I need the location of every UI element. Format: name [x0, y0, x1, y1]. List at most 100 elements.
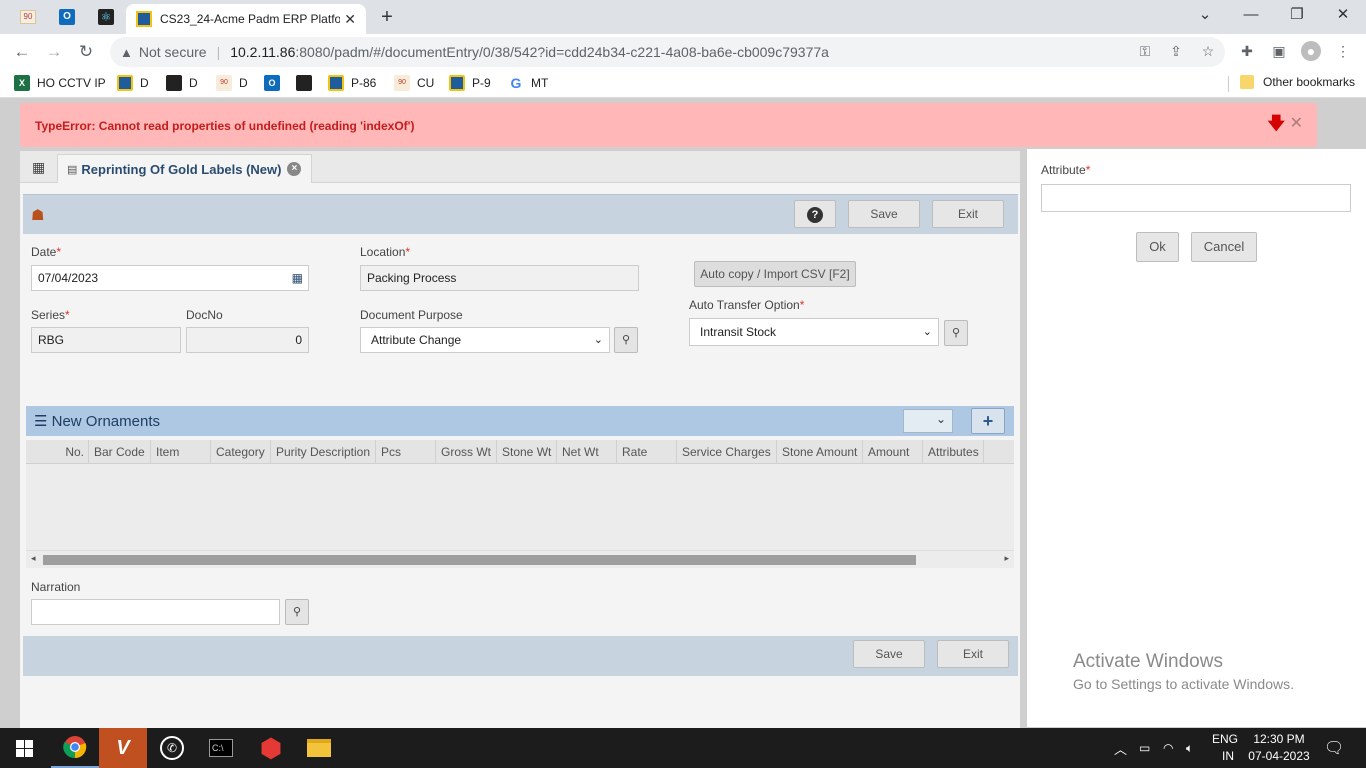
bookmark-item[interactable]: 90 CU: [394, 75, 434, 91]
scrollbar-thumb[interactable]: [43, 555, 916, 565]
profile-avatar[interactable]: ●: [1300, 40, 1322, 62]
close-window-button[interactable]: ✕: [1320, 4, 1366, 26]
attribute-input[interactable]: [1041, 184, 1351, 212]
share-icon[interactable]: ⇪: [1165, 40, 1187, 62]
other-bookmarks[interactable]: Other bookmarks: [1240, 75, 1355, 89]
menu-icon[interactable]: ⋮: [1332, 40, 1354, 62]
footer-save-button[interactable]: Save: [853, 640, 925, 668]
auto-transfer-select[interactable]: Intransit Stock ⌄: [689, 318, 939, 346]
tab-active[interactable]: CS23_24-Acme Padm ERP Platform ✕: [126, 4, 366, 34]
bookmark-item[interactable]: P-9: [449, 75, 491, 91]
column-header[interactable]: Bar Code: [88, 440, 150, 464]
cancel-button[interactable]: Cancel: [1191, 232, 1257, 262]
forward-icon[interactable]: →: [43, 41, 65, 63]
bookmark-item[interactable]: [296, 75, 319, 91]
close-tab-icon[interactable]: ✕: [344, 11, 356, 28]
scroll-left-icon[interactable]: ◂: [31, 553, 36, 564]
ok-button[interactable]: Ok: [1136, 232, 1179, 262]
ornaments-options-select[interactable]: ⌄: [903, 409, 953, 433]
column-header[interactable]: Category: [210, 440, 270, 464]
bookmark-item[interactable]: X HO CCTV IP: [14, 75, 106, 91]
exit-button[interactable]: Exit: [932, 200, 1004, 228]
minimize-button[interactable]: —: [1228, 4, 1274, 26]
document-purpose-label: Document Purpose: [360, 308, 463, 322]
column-header[interactable]: Gross Wt: [435, 440, 496, 464]
column-header[interactable]: Item: [150, 440, 210, 464]
narration-label: Narration: [31, 580, 81, 594]
column-header[interactable]: Pcs: [375, 440, 435, 464]
taskbar-app-v[interactable]: V: [99, 728, 147, 768]
start-button[interactable]: [0, 728, 48, 768]
arrow-down-icon[interactable]: 🡇: [1268, 111, 1285, 140]
new-tab-button[interactable]: +: [376, 6, 398, 29]
document-footer-bar: Save Exit: [23, 636, 1018, 676]
document-purpose-select[interactable]: Attribute Change ⌄: [360, 327, 610, 353]
show-hidden-icons[interactable]: ︿: [1114, 728, 1127, 768]
date-label: Date*: [31, 245, 62, 259]
new-ornaments-header: ☰ New Ornaments ⌄ +: [26, 406, 1014, 436]
footer-exit-button[interactable]: Exit: [937, 640, 1009, 668]
language-indicator[interactable]: ENG IN: [1212, 728, 1238, 768]
column-header[interactable]: Stone Amount: [776, 440, 862, 464]
volume-muted-icon[interactable]: 🔈︎: [1186, 728, 1193, 768]
scroll-right-icon[interactable]: ▸: [1004, 553, 1009, 564]
address-bar[interactable]: ▲ Not secure | 10.2.11.86:8080/padm/#/do…: [110, 37, 1225, 67]
back-icon[interactable]: ←: [11, 41, 33, 63]
taskbar-chrome[interactable]: [51, 728, 99, 768]
bookmark-item[interactable]: 90 D: [216, 75, 248, 91]
narration-field[interactable]: [31, 599, 280, 625]
pinned-tab-outlook[interactable]: O: [56, 6, 78, 28]
column-header[interactable]: No.: [26, 440, 88, 464]
auto-copy-import-csv-button[interactable]: Auto copy / Import CSV [F2]: [694, 261, 856, 287]
docno-field[interactable]: 0: [186, 327, 309, 353]
taskbar-terminal[interactable]: C:\: [197, 728, 245, 768]
pinned-tab-react[interactable]: ⚛: [95, 6, 117, 28]
tab-reprinting-gold-labels[interactable]: ▤ Reprinting Of Gold Labels (New) ×: [57, 154, 313, 183]
taskbar-clock[interactable]: 12:30 PM 07-04-2023: [1248, 731, 1310, 765]
column-header[interactable]: Net Wt: [556, 440, 616, 464]
side-panel-icon[interactable]: ▣: [1268, 40, 1290, 62]
battery-icon[interactable]: ▭: [1139, 728, 1150, 768]
date-field[interactable]: 07/04/2023 ▦: [31, 265, 309, 291]
notifications-icon[interactable]: 🗨︎: [1324, 728, 1344, 768]
taskbar-whatsapp[interactable]: ✆: [148, 728, 196, 768]
pinned-tab-1[interactable]: 90: [17, 6, 39, 28]
extensions-icon[interactable]: ✚: [1236, 40, 1258, 62]
taskbar-app-red[interactable]: ⬢: [247, 728, 295, 768]
column-header[interactable]: Stone Wt: [496, 440, 556, 464]
auto-transfer-lookup-button[interactable]: ⚲: [944, 320, 968, 346]
taskbar-file-explorer[interactable]: [295, 728, 343, 768]
tab-search-icon[interactable]: ⌄: [1182, 4, 1228, 26]
series-field[interactable]: RBG: [31, 327, 181, 353]
bookmark-item[interactable]: D: [117, 75, 149, 91]
narration-lookup-button[interactable]: ⚲: [285, 599, 309, 625]
column-header[interactable]: Attributes: [922, 440, 984, 464]
star-icon[interactable]: ☆: [1197, 40, 1219, 62]
column-header[interactable]: Service Charges: [676, 440, 776, 464]
attribute-label: Attribute*: [1041, 163, 1091, 177]
chrome-icon: [63, 736, 87, 759]
restore-button[interactable]: ❐: [1274, 4, 1320, 26]
calendar-icon[interactable]: ▦: [292, 266, 303, 290]
close-error-icon[interactable]: ✕: [1290, 113, 1303, 133]
bookmark-item[interactable]: O: [264, 75, 287, 91]
help-button[interactable]: ?: [794, 200, 836, 228]
horizontal-scrollbar[interactable]: ◂ ▸: [26, 551, 1014, 568]
column-header[interactable]: Amount: [862, 440, 922, 464]
series-label: Series*: [31, 308, 70, 322]
bookmark-item[interactable]: P-86: [328, 75, 376, 91]
document-purpose-lookup-button[interactable]: ⚲: [614, 327, 638, 353]
add-ornament-button[interactable]: +: [971, 408, 1005, 434]
wifi-icon[interactable]: ◠: [1163, 728, 1173, 768]
save-button[interactable]: Save: [848, 200, 920, 228]
key-icon[interactable]: ⚿: [1134, 40, 1156, 62]
bookmark-item[interactable]: D: [166, 75, 198, 91]
column-header[interactable]: Rate: [616, 440, 676, 464]
column-header[interactable]: Purity Description: [270, 440, 375, 464]
close-doc-tab-icon[interactable]: ×: [287, 162, 302, 176]
reload-icon[interactable]: ↻: [75, 41, 97, 63]
bookmark-item[interactable]: G MT: [508, 75, 549, 91]
apps-grid-icon[interactable]: ▦: [32, 159, 45, 176]
location-field[interactable]: Packing Process: [360, 265, 639, 291]
region-code: IN: [1222, 749, 1234, 763]
